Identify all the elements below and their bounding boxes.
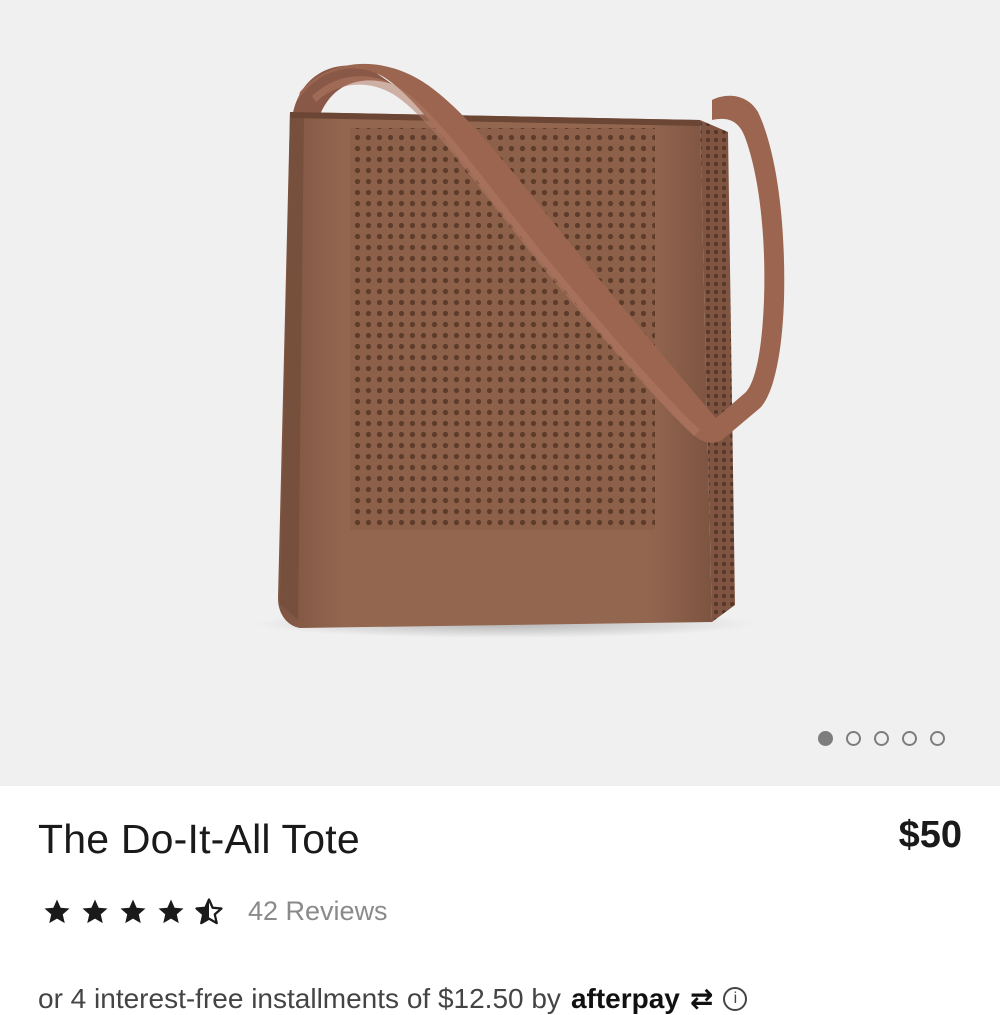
- product-title: The Do-It-All Tote: [38, 816, 360, 862]
- product-price: $50: [898, 814, 962, 856]
- afterpay-installments[interactable]: or 4 interest-free installments of $12.5…: [38, 982, 748, 1015]
- star-full-icon: [42, 897, 72, 927]
- star-full-icon: [156, 897, 186, 927]
- tote-bag-image: [255, 63, 785, 638]
- carousel-dot-2[interactable]: [846, 731, 861, 746]
- star-rating: [42, 897, 224, 927]
- carousel-dot-3[interactable]: [874, 731, 889, 746]
- rating-row[interactable]: 42 Reviews: [42, 896, 388, 927]
- info-icon[interactable]: i: [723, 986, 748, 1011]
- star-full-icon: [118, 897, 148, 927]
- star-half-icon: [194, 897, 224, 927]
- carousel-dot-4[interactable]: [902, 731, 917, 746]
- carousel-indicators[interactable]: [818, 731, 945, 746]
- afterpay-arrows-icon: ⇄: [689, 983, 714, 1014]
- star-full-icon: [80, 897, 110, 927]
- carousel-dot-5[interactable]: [930, 731, 945, 746]
- reviews-link[interactable]: 42 Reviews: [248, 896, 388, 927]
- carousel-dot-1[interactable]: [818, 731, 833, 746]
- product-image-carousel[interactable]: [0, 0, 1000, 786]
- afterpay-text: or 4 interest-free installments of $12.5…: [38, 982, 561, 1014]
- afterpay-logo: afterpay: [570, 982, 680, 1014]
